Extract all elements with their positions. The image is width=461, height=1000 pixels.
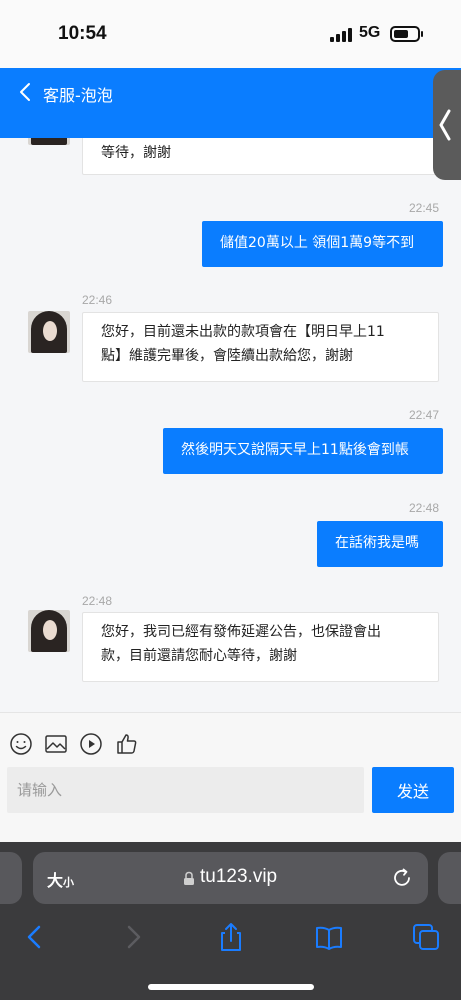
message-text: 等待，謝謝 xyxy=(101,145,171,161)
message-line: 您好，我司已經有發佈延遲公告，也保證會出 xyxy=(101,624,381,640)
message-time: 22:47 xyxy=(409,408,440,422)
battery-icon xyxy=(390,26,423,42)
chevron-left-icon[interactable] xyxy=(436,108,454,142)
agent-avatar xyxy=(28,610,70,652)
message-line: 款，目前還請您耐心等待，謝謝 xyxy=(101,648,297,664)
message-incoming: 您好，我司已經有發佈延遲公告，也保證會出 款，目前還請您耐心等待，謝謝 xyxy=(82,612,439,682)
browser-forward-icon[interactable] xyxy=(118,922,148,952)
browser-back-icon[interactable] xyxy=(20,922,50,952)
network-type: 5G xyxy=(359,24,381,41)
lock-icon xyxy=(184,871,194,885)
home-indicator xyxy=(148,984,314,990)
status-time: 10:54 xyxy=(58,23,107,44)
emoji-icon[interactable] xyxy=(9,732,33,756)
url-text: tu123.vip xyxy=(200,866,278,887)
status-bar: 10:54 5G xyxy=(0,0,461,68)
message-line: 您好，目前還未出款的款項會在【明日早上11 xyxy=(101,324,385,340)
message-input[interactable] xyxy=(7,767,364,813)
back-icon[interactable] xyxy=(14,80,38,104)
message-text: 然後明天又說隔天早上11點後會到帳 xyxy=(181,442,409,458)
previous-tab[interactable] xyxy=(0,852,22,904)
share-icon[interactable] xyxy=(216,922,246,952)
video-icon[interactable] xyxy=(79,732,103,756)
message-incoming: 您好，目前還未出款的款項會在【明日早上11 點】維護完畢後，會陸續出款給您，謝謝 xyxy=(82,312,439,382)
thumbs-up-icon[interactable] xyxy=(115,732,139,756)
signal-icon xyxy=(330,28,352,42)
chat-header: 客服-泡泡 xyxy=(0,68,461,138)
agent-avatar xyxy=(28,311,70,353)
text-size-button[interactable]: 大小 xyxy=(47,867,74,891)
message-text: 儲值20萬以上 領個1萬9等不到 xyxy=(220,235,415,251)
address-bar[interactable]: 大小 tu123.vip xyxy=(33,852,428,904)
text-size-small-label: 小 xyxy=(63,876,75,889)
chat-messages[interactable]: 等待，謝謝 22:45 儲值20萬以上 領個1萬9等不到 22:46 您好，目前… xyxy=(0,138,461,712)
message-outgoing: 儲值20萬以上 領個1萬9等不到 xyxy=(202,221,443,267)
next-tab[interactable] xyxy=(438,852,461,904)
browser-toolbar: 大小 tu123.vip xyxy=(0,842,461,1000)
message-time: 22:45 xyxy=(409,201,440,215)
reload-icon[interactable] xyxy=(391,867,413,889)
agent-avatar xyxy=(28,138,70,145)
tabs-icon[interactable] xyxy=(411,922,441,952)
message-time: 22:48 xyxy=(409,501,440,515)
message-time: 22:46 xyxy=(82,293,113,307)
text-size-large-label: 大 xyxy=(47,871,64,890)
message-time: 22:48 xyxy=(82,594,113,608)
send-button[interactable]: 发送 xyxy=(372,767,454,813)
message-outgoing: 然後明天又說隔天早上11點後會到帳 xyxy=(163,428,443,474)
chat-title: 客服-泡泡 xyxy=(43,86,113,105)
message-incoming: 等待，謝謝 xyxy=(82,138,438,175)
bookmarks-icon[interactable] xyxy=(314,922,344,952)
message-outgoing: 在話術我是嗎 xyxy=(317,521,443,567)
message-line: 點】維護完畢後，會陸續出款給您，謝謝 xyxy=(101,348,353,364)
image-icon[interactable] xyxy=(44,732,68,756)
message-text: 在話術我是嗎 xyxy=(335,535,419,551)
composer-area: 发送 xyxy=(0,712,461,842)
